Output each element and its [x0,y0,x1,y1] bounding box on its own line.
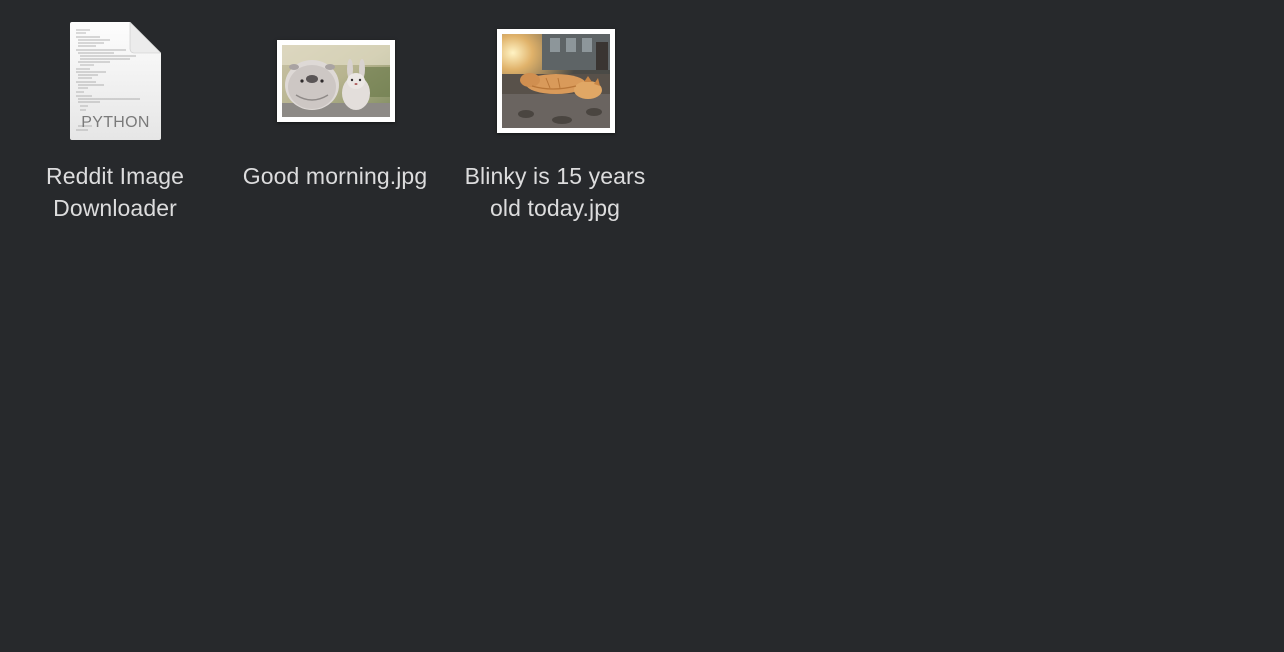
image-thumbnail-icon[interactable] [497,29,615,133]
file-icon-slot[interactable] [445,12,665,148]
file-item-blinky-jpg[interactable]: Blinky is 15 years old today.jpg [445,12,665,224]
file-icon-slot[interactable] [225,12,445,148]
file-icon-slot[interactable]: PYTHON [5,12,225,148]
file-name-label[interactable]: Blinky is 15 years old today.jpg [450,160,660,224]
python-document-icon[interactable]: PYTHON [70,22,161,140]
image-thumbnail-icon[interactable] [277,40,395,122]
file-item-reddit-image-downloader[interactable]: PYTHON Reddit Image Downloader [5,12,225,224]
file-name-label[interactable]: Good morning.jpg [230,160,440,192]
desktop[interactable]: PYTHON Reddit Image Downloader Good morn… [0,0,1284,652]
file-name-label[interactable]: Reddit Image Downloader [10,160,220,224]
file-item-good-morning-jpg[interactable]: Good morning.jpg [225,12,445,192]
file-kind-badge: PYTHON [81,114,150,131]
